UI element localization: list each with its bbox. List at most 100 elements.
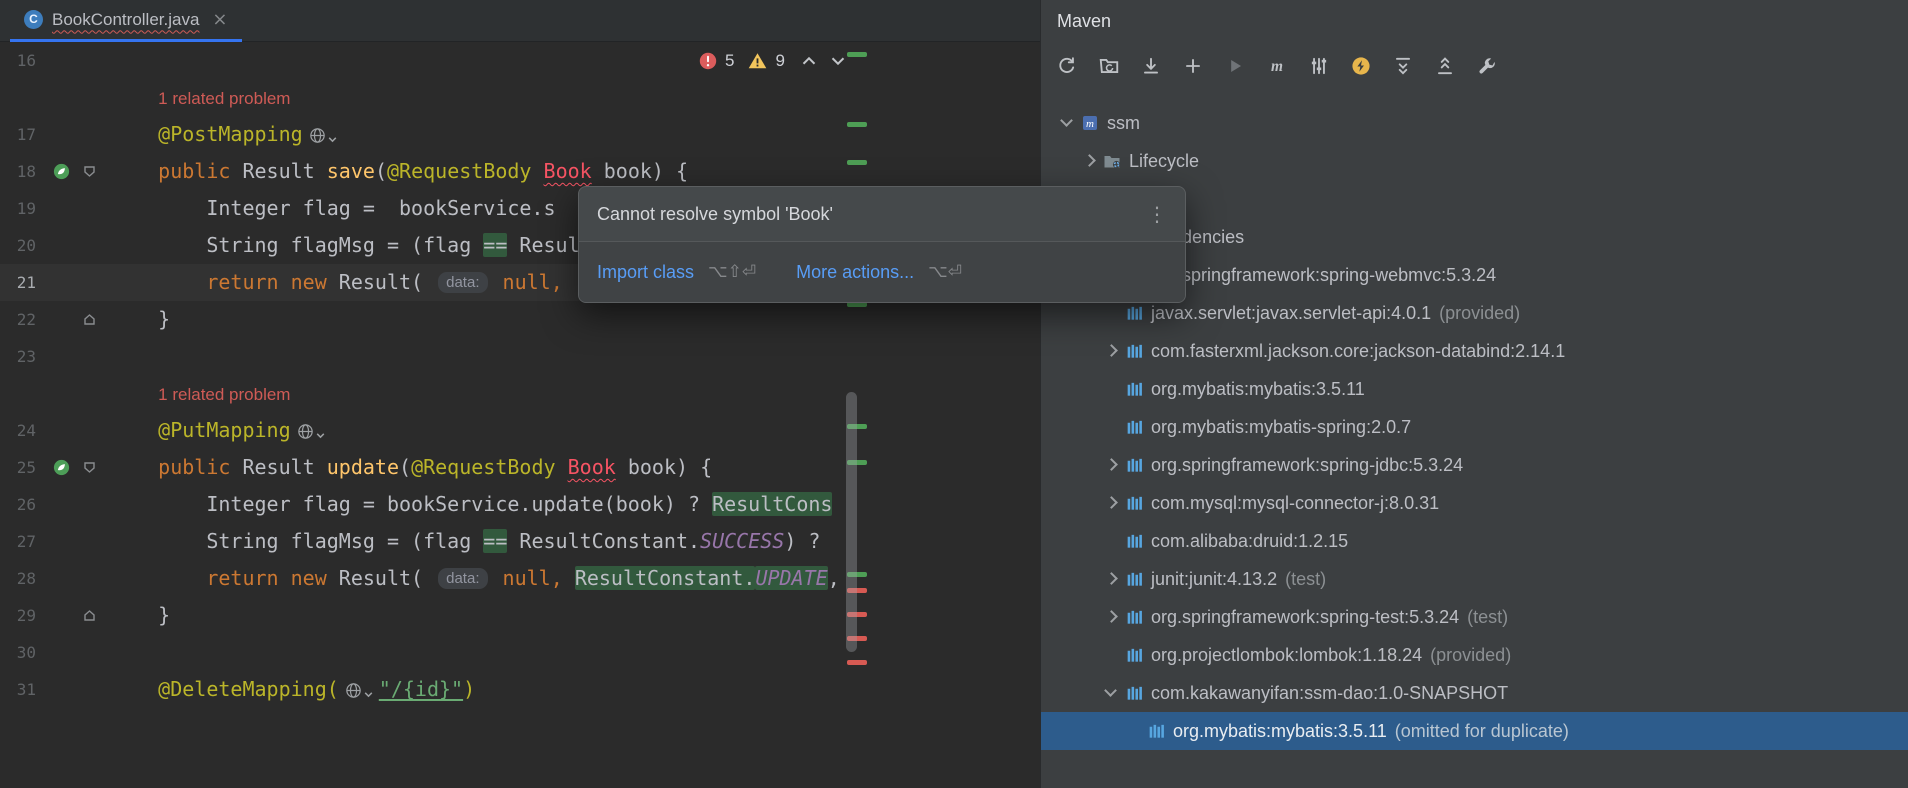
code-line[interactable]: 26 Integer flag = bookService.update(boo…	[0, 486, 873, 523]
chevron-right-icon[interactable]	[1101, 569, 1121, 589]
library-icon	[1121, 416, 1147, 438]
tree-item[interactable]: com.kakawanyifan:ssm-dao:1.0-SNAPSHOT	[1041, 674, 1908, 712]
tree-item[interactable]: org.mybatis:mybatis-spring:2.0.7	[1041, 408, 1908, 446]
line-number[interactable]: 20	[0, 227, 48, 264]
tree-item[interactable]: org.mybatis:mybatis:3.5.11	[1041, 370, 1908, 408]
code-line[interactable]: 25 public Result update(@RequestBody Boo…	[0, 449, 873, 486]
tab-bookcontroller[interactable]: C BookController.java ×	[10, 0, 242, 42]
fold-start-icon[interactable]	[74, 449, 104, 486]
chevron-right-icon[interactable]	[1101, 455, 1121, 475]
library-icon	[1121, 606, 1147, 628]
code-token: String flagMsg = (flag	[110, 233, 483, 257]
fold-start-icon[interactable]	[74, 153, 104, 190]
line-number[interactable]: 19	[0, 190, 48, 227]
code-editor[interactable]: 16 1 related problem17 @PostMapping18 pu…	[0, 42, 1040, 788]
code-line[interactable]: 31 @DeleteMapping("/{id}")	[0, 671, 873, 708]
parameter-hint-chip: data:	[438, 568, 487, 589]
tree-item[interactable]: mssm	[1041, 104, 1908, 142]
chevron-down-icon[interactable]	[1101, 683, 1121, 703]
stripe-mark-error[interactable]	[847, 660, 867, 665]
line-number[interactable]: 21	[0, 264, 48, 301]
kebab-menu-icon[interactable]: ⋮	[1147, 204, 1167, 224]
tree-item[interactable]: org.springframework:spring-jdbc:5.3.24	[1041, 446, 1908, 484]
url-mapping-globe-icon[interactable]	[296, 412, 326, 449]
line-number[interactable]	[0, 79, 48, 116]
code-token: book) {	[592, 159, 688, 183]
line-number[interactable]: 31	[0, 671, 48, 708]
fold-end-icon[interactable]	[74, 301, 104, 338]
chevron-right-icon[interactable]	[1101, 493, 1121, 513]
tree-item-label: org.springframework:spring-jdbc:5.3.24	[1151, 455, 1463, 476]
code-token	[491, 270, 503, 294]
code-line[interactable]: 24 @PutMapping	[0, 412, 873, 449]
run-icon[interactable]	[1217, 49, 1253, 83]
generate-sources-icon[interactable]	[1091, 49, 1127, 83]
library-icon	[1121, 530, 1147, 552]
previous-problem-icon[interactable]	[798, 50, 820, 72]
line-number[interactable]: 27	[0, 523, 48, 560]
code-line[interactable]: 27 String flagMsg = (flag == ResultConst…	[0, 523, 873, 560]
code-line[interactable]: 22 }	[0, 301, 873, 338]
tree-item[interactable]: Lifecycle	[1041, 142, 1908, 180]
more-actions-link[interactable]: More actions...	[796, 262, 914, 283]
reload-icon[interactable]	[1049, 49, 1085, 83]
stripe-mark-ok[interactable]	[847, 122, 867, 127]
download-sources-icon[interactable]	[1133, 49, 1169, 83]
code-line[interactable]: 29 }	[0, 597, 873, 634]
chevron-right-icon[interactable]	[1101, 607, 1121, 627]
expand-all-icon[interactable]	[1385, 49, 1421, 83]
inspection-widget[interactable]: 5 9	[698, 50, 849, 72]
chevron-down-icon[interactable]	[1057, 113, 1077, 133]
error-tooltip-popup: Cannot resolve symbol 'Book' ⋮ Import cl…	[578, 186, 1186, 303]
tree-item[interactable]: org.springframework:spring-test:5.3.24(t…	[1041, 598, 1908, 636]
chevron-right-icon[interactable]	[1101, 341, 1121, 361]
line-number[interactable]: 30	[0, 634, 48, 671]
tree-item-note: (omitted for duplicate)	[1395, 721, 1569, 742]
svg-text:m: m	[1086, 118, 1094, 130]
line-number[interactable]: 17	[0, 116, 48, 153]
maven-goal-icon[interactable]: m	[1259, 49, 1295, 83]
spring-bean-icon[interactable]	[48, 449, 74, 486]
code-line[interactable]: 23	[0, 338, 873, 375]
line-number[interactable]: 25	[0, 449, 48, 486]
tree-item[interactable]: org.mybatis:mybatis:3.5.11(omitted for d…	[1041, 712, 1908, 750]
line-number[interactable]: 28	[0, 560, 48, 597]
line-number[interactable]: 24	[0, 412, 48, 449]
line-number[interactable]: 18	[0, 153, 48, 190]
line-number[interactable]: 16	[0, 42, 48, 79]
code-line[interactable]: 30	[0, 634, 873, 671]
tab-close-icon[interactable]: ×	[212, 11, 227, 29]
code-line[interactable]: 17 @PostMapping	[0, 116, 873, 153]
code-line[interactable]: 1 related problem	[0, 375, 873, 412]
tree-item[interactable]: junit:junit:4.13.2(test)	[1041, 560, 1908, 598]
chevron-right-icon[interactable]	[1079, 151, 1099, 171]
maven-panel-header: Maven	[1041, 0, 1908, 42]
line-number[interactable]: 22	[0, 301, 48, 338]
line-number[interactable]: 26	[0, 486, 48, 523]
code-line[interactable]: 18 public Result save(@RequestBody Book …	[0, 153, 873, 190]
code-line[interactable]: 28 return new Result( data: null, Result…	[0, 560, 873, 597]
offline-mode-icon[interactable]	[1343, 49, 1379, 83]
url-mapping-globe-icon[interactable]	[308, 116, 338, 153]
editor-scrollbar[interactable]	[846, 392, 857, 652]
import-class-link[interactable]: Import class	[597, 262, 694, 283]
code-token	[110, 418, 158, 442]
url-mapping-globe-icon[interactable]	[344, 671, 374, 708]
spring-bean-icon[interactable]	[48, 153, 74, 190]
tree-item[interactable]: com.mysql:mysql-connector-j:8.0.31	[1041, 484, 1908, 522]
tree-item[interactable]: com.fasterxml.jackson.core:jackson-datab…	[1041, 332, 1908, 370]
tree-item[interactable]: com.alibaba:druid:1.2.15	[1041, 522, 1908, 560]
code-token: }	[110, 603, 170, 627]
add-icon[interactable]	[1175, 49, 1211, 83]
fold-end-icon[interactable]	[74, 597, 104, 634]
stripe-mark-ok[interactable]	[847, 160, 867, 165]
settings-icon[interactable]	[1469, 49, 1505, 83]
code-line[interactable]: 1 related problem	[0, 79, 873, 116]
collapse-all-icon[interactable]	[1427, 49, 1463, 83]
line-number[interactable]: 23	[0, 338, 48, 375]
line-number[interactable]: 29	[0, 597, 48, 634]
profiles-icon[interactable]	[1301, 49, 1337, 83]
tree-item[interactable]: org.projectlombok:lombok:1.18.24(provide…	[1041, 636, 1908, 674]
line-number[interactable]	[0, 375, 48, 412]
stripe-mark-ok[interactable]	[847, 52, 867, 57]
